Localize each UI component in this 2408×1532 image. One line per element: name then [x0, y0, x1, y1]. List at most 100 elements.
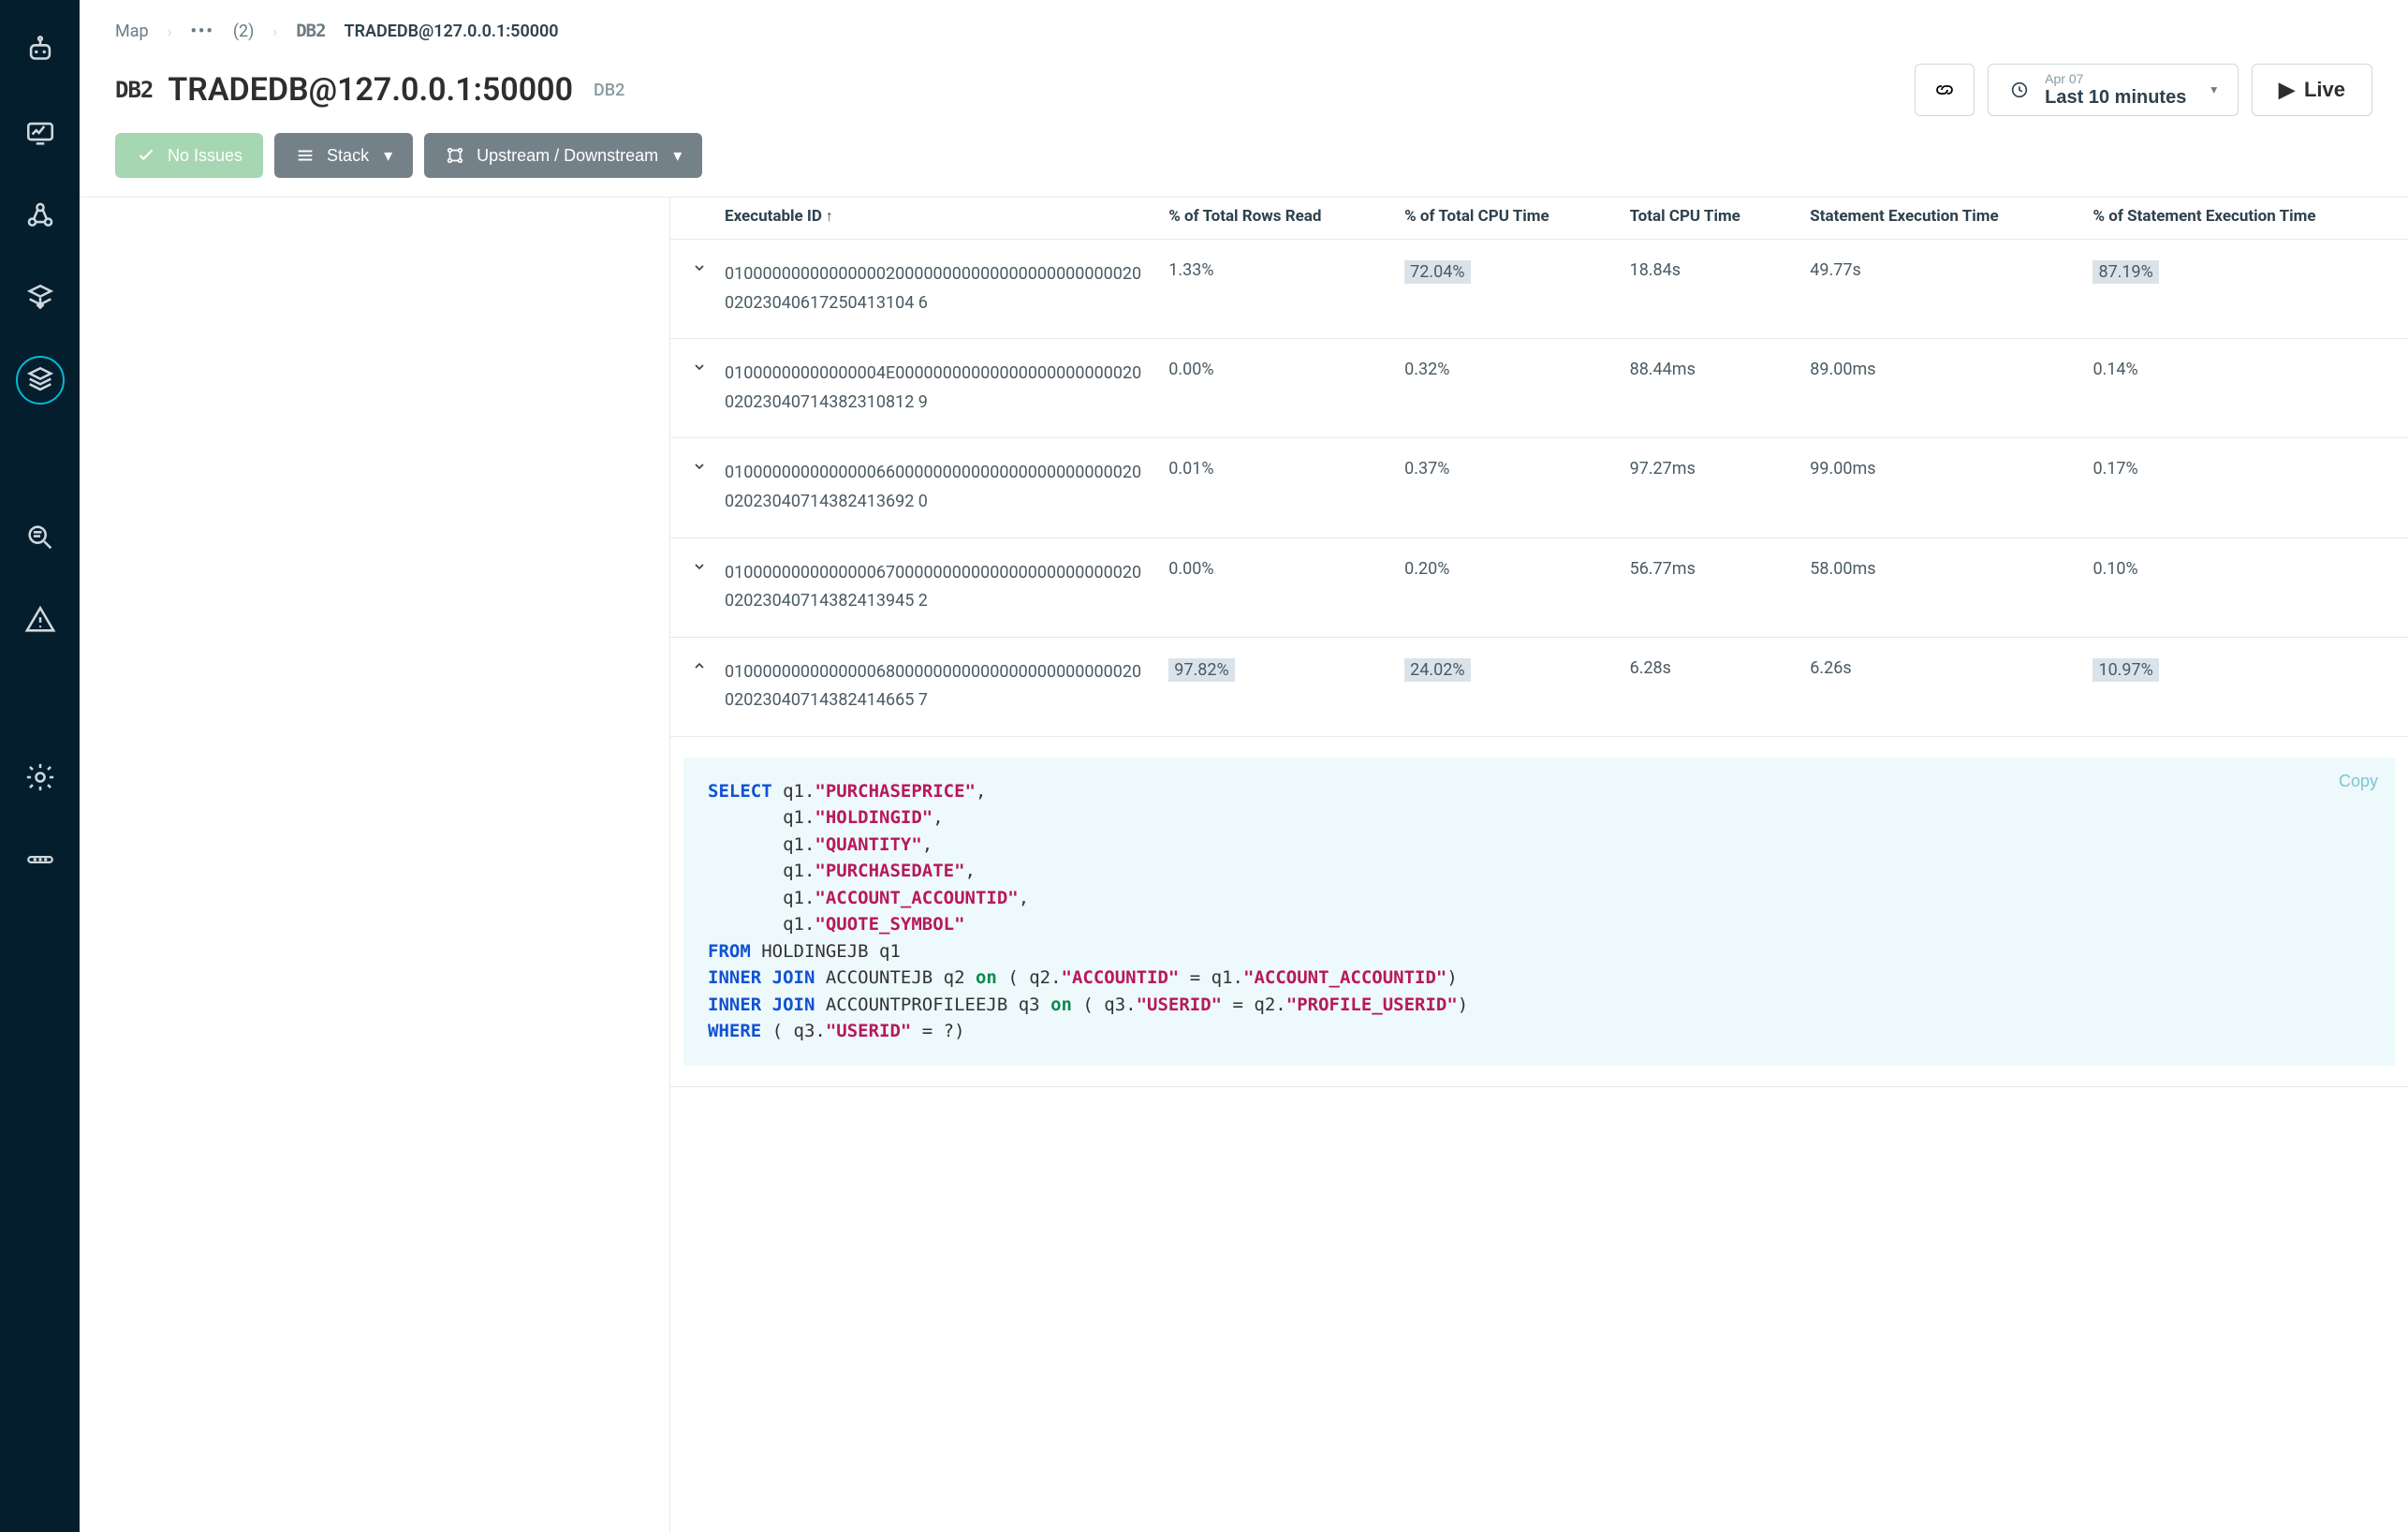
sidebar: [0, 0, 80, 1532]
breadcrumb-count[interactable]: (2): [233, 22, 255, 41]
time-range-value: Last 10 minutes: [2045, 87, 2186, 108]
cell-executable-id: 01000000000000004E0000000000000000000000…: [712, 339, 1155, 438]
sidebar-item-stack[interactable]: [16, 356, 65, 405]
chevron-down-icon: ▾: [384, 146, 392, 166]
breadcrumb: Map › ••• (2) › DB2 TRADEDB@127.0.0.1:50…: [80, 0, 2408, 47]
cell-executable-id: 0100000000000000020000000000000000000000…: [712, 240, 1155, 339]
cell-rows: 0.00%: [1155, 339, 1391, 438]
sidebar-item-layers[interactable]: [16, 273, 65, 322]
expand-toggle[interactable]: [670, 637, 712, 736]
chevron-down-icon: [692, 459, 707, 474]
layers-down-icon: [24, 282, 56, 314]
col-stmt-pct[interactable]: % of Statement Execution Time: [2079, 198, 2408, 240]
updown-button[interactable]: Upstream / Downstream ▾: [424, 133, 702, 178]
gear-icon: [24, 761, 56, 793]
search-lines-icon: [24, 522, 56, 553]
cell-cpu_pct: 0.20%: [1391, 538, 1616, 637]
stack-icon: [24, 364, 56, 396]
cell-cpu_pct: 0.37%: [1391, 438, 1616, 538]
time-range-button[interactable]: Apr 07 Last 10 minutes ▾: [1988, 64, 2239, 116]
col-rows-read[interactable]: % of Total Rows Read: [1155, 198, 1391, 240]
sidebar-item-topology[interactable]: [16, 191, 65, 240]
cell-rows: 0.01%: [1155, 438, 1391, 538]
check-icon: [136, 145, 156, 166]
chevron-right-icon: ›: [168, 22, 172, 40]
cell-rows: 0.00%: [1155, 538, 1391, 637]
cell-stmt_time: 89.00ms: [1797, 339, 2079, 438]
cell-stmt_time: 49.77s: [1797, 240, 2079, 339]
cell-cpu_time: 18.84s: [1617, 240, 1798, 339]
chevron-right-icon: ›: [272, 22, 277, 40]
expand-toggle[interactable]: [670, 240, 712, 339]
col-stmt-time[interactable]: Statement Execution Time: [1797, 198, 2079, 240]
cell-stmt_pct: 0.10%: [2079, 538, 2408, 637]
breadcrumb-db-icon: DB2: [296, 21, 325, 41]
nodes-icon: [24, 199, 56, 231]
cell-cpu_pct: 72.04%: [1391, 240, 1616, 339]
expand-toggle[interactable]: [670, 538, 712, 637]
sidebar-item-settings[interactable]: [16, 753, 65, 802]
page-header: DB2 TRADEDB@127.0.0.1:50000 DB2 Apr 07 L…: [80, 47, 2408, 127]
cell-cpu_time: 56.77ms: [1617, 538, 1798, 637]
cell-stmt_time: 6.26s: [1797, 637, 2079, 736]
link-icon: [1933, 79, 1956, 101]
chevron-up-icon: [692, 658, 707, 673]
sidebar-item-more[interactable]: [16, 835, 65, 884]
ellipsis-icon: [24, 844, 56, 876]
table-row: 0100000000000000670000000000000000000000…: [670, 538, 2408, 637]
cell-cpu_pct: 0.32%: [1391, 339, 1616, 438]
breadcrumb-collapsed[interactable]: •••: [190, 22, 213, 41]
cell-stmt_pct: 0.17%: [2079, 438, 2408, 538]
breadcrumb-root[interactable]: Map: [115, 22, 149, 41]
cell-rows: 97.82%: [1155, 637, 1391, 736]
no-issues-label: No Issues: [168, 146, 242, 166]
warning-icon: [24, 604, 56, 636]
col-cpu-time[interactable]: Total CPU Time: [1617, 198, 1798, 240]
live-button[interactable]: ▶ Live: [2252, 64, 2372, 116]
cell-executable-id: 0100000000000000660000000000000000000000…: [712, 438, 1155, 538]
expand-toggle[interactable]: [670, 339, 712, 438]
no-issues-button[interactable]: No Issues: [115, 133, 263, 178]
db-type-badge: DB2: [115, 77, 153, 103]
play-icon: ▶: [2279, 78, 2295, 102]
time-range-date: Apr 07: [2045, 72, 2186, 86]
cell-rows: 1.33%: [1155, 240, 1391, 339]
table-row: 0100000000000000660000000000000000000000…: [670, 438, 2408, 538]
copy-link-button[interactable]: [1915, 64, 1975, 116]
monitor-icon: [24, 117, 56, 149]
cell-stmt_time: 58.00ms: [1797, 538, 2079, 637]
cell-stmt_pct: 87.19%: [2079, 240, 2408, 339]
table-row: 0100000000000000680000000000000000000000…: [670, 637, 2408, 736]
cell-cpu_pct: 24.02%: [1391, 637, 1616, 736]
col-cpu-pct[interactable]: % of Total CPU Time: [1391, 198, 1616, 240]
cell-stmt_time: 99.00ms: [1797, 438, 2079, 538]
sidebar-item-dashboard[interactable]: [16, 109, 65, 157]
copy-button[interactable]: Copy: [2339, 769, 2378, 794]
network-icon: [445, 145, 465, 166]
live-label: Live: [2304, 78, 2345, 102]
chevron-down-icon: [692, 559, 707, 574]
db-type-label: DB2: [594, 81, 624, 100]
chevron-down-icon: [692, 260, 707, 275]
stack-label: Stack: [327, 146, 369, 166]
clock-icon: [2009, 80, 2030, 100]
table-row: 0100000000000000020000000000000000000000…: [670, 240, 2408, 339]
col-executable-id[interactable]: Executable ID: [712, 198, 1155, 240]
sidebar-item-alerts[interactable]: [16, 596, 65, 644]
sidebar-item-analyze[interactable]: [16, 513, 65, 562]
cell-stmt_pct: 0.14%: [2079, 339, 2408, 438]
expand-toggle[interactable]: [670, 438, 712, 538]
updown-label: Upstream / Downstream: [477, 146, 658, 166]
left-panel-spacer: [80, 198, 669, 1532]
page-title: TRADEDB@127.0.0.1:50000: [168, 71, 573, 109]
chevron-down-icon: ▾: [2210, 82, 2217, 97]
content: Executable ID % of Total Rows Read % of …: [80, 198, 2408, 1532]
sidebar-item-home[interactable]: [16, 26, 65, 75]
cell-cpu_time: 97.27ms: [1617, 438, 1798, 538]
cell-stmt_pct: 10.97%: [2079, 637, 2408, 736]
cell-executable-id: 0100000000000000680000000000000000000000…: [712, 637, 1155, 736]
statements-table: Executable ID % of Total Rows Read % of …: [670, 198, 2408, 1087]
expanded-row: CopySELECT q1."PURCHASEPRICE", q1."HOLDI…: [670, 736, 2408, 1086]
toolbar: No Issues Stack ▾ Upstream / Downstream …: [80, 127, 2408, 198]
stack-button[interactable]: Stack ▾: [274, 133, 413, 178]
